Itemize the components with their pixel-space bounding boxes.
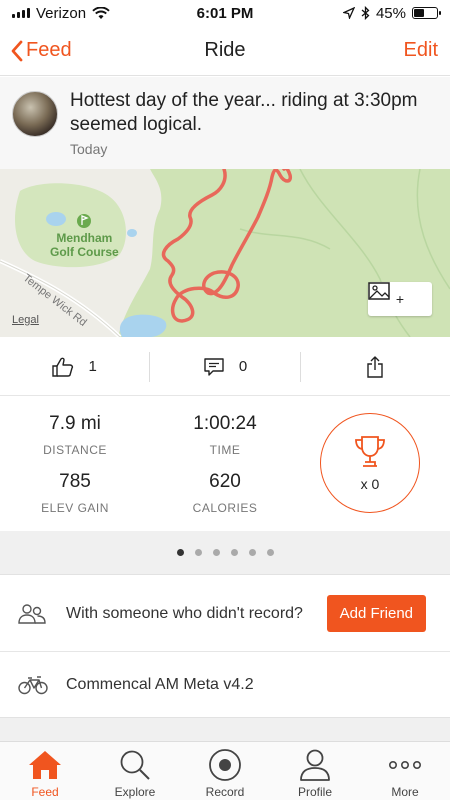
status-bar: Verizon 6:01 PM 45% bbox=[0, 0, 450, 26]
achievements-button[interactable]: x 0 bbox=[320, 413, 420, 513]
time-value: 1:00:24 bbox=[193, 413, 257, 434]
avatar[interactable] bbox=[12, 91, 58, 137]
stat-elev-gain: 785 ELEV GAIN bbox=[0, 471, 150, 515]
activity-actions: 1 0 bbox=[0, 338, 450, 396]
map-pond-1 bbox=[46, 212, 66, 226]
photo-icon bbox=[368, 282, 390, 300]
back-button[interactable]: Feed bbox=[10, 39, 72, 62]
route-map[interactable]: Mendham Golf Course Tempe Wick Rd Legal … bbox=[0, 169, 450, 337]
stats-pager[interactable] bbox=[0, 531, 450, 575]
tab-profile[interactable]: Profile bbox=[270, 742, 360, 800]
search-icon bbox=[120, 750, 150, 780]
share-button[interactable] bbox=[299, 351, 450, 382]
elev-gain-value: 785 bbox=[59, 471, 91, 492]
signal-icon bbox=[12, 8, 30, 18]
tab-record-label: Record bbox=[205, 785, 245, 799]
person-icon bbox=[300, 749, 330, 781]
pager-dot[interactable] bbox=[176, 549, 184, 556]
tab-explore-label: Explore bbox=[114, 785, 156, 799]
tab-record[interactable]: Record bbox=[180, 742, 270, 800]
bike-icon bbox=[18, 676, 48, 695]
pager-dot[interactable] bbox=[194, 549, 202, 556]
share-icon bbox=[367, 355, 384, 378]
activity-text: Hottest day of the year... riding at 3:3… bbox=[70, 89, 438, 169]
achievements-count: x 0 bbox=[360, 476, 380, 492]
activity-title[interactable]: Hottest day of the year... riding at 3:3… bbox=[70, 89, 438, 137]
edit-button[interactable]: Edit bbox=[404, 39, 438, 62]
bluetooth-icon bbox=[361, 6, 370, 20]
add-photo-plus: + bbox=[395, 291, 405, 307]
add-friend-button[interactable]: Add Friend bbox=[326, 595, 426, 632]
ellipsis-icon bbox=[388, 760, 421, 770]
trophy-icon bbox=[355, 436, 385, 467]
carrier-label: Verizon bbox=[36, 4, 87, 22]
section-divider bbox=[0, 717, 450, 741]
calories-value: 620 bbox=[209, 471, 241, 492]
pager-dot[interactable] bbox=[266, 549, 274, 556]
tab-feed-label: Feed bbox=[31, 785, 59, 799]
golf-marker-icon bbox=[77, 214, 91, 228]
elev-gain-label: ELEV GAIN bbox=[41, 501, 109, 515]
map-pond-2 bbox=[127, 229, 137, 237]
home-icon bbox=[29, 751, 61, 779]
time-label: TIME bbox=[209, 443, 241, 457]
calories-label: CALORIES bbox=[192, 501, 258, 515]
nav-bar: Feed Ride Edit bbox=[0, 26, 450, 76]
comment-icon bbox=[204, 357, 224, 376]
tab-explore[interactable]: Explore bbox=[90, 742, 180, 800]
distance-label: DISTANCE bbox=[43, 443, 107, 457]
thumbs-up-icon bbox=[52, 357, 74, 377]
activity-date: Today bbox=[70, 141, 108, 157]
tab-bar: Feed Explore Record Profile More bbox=[0, 741, 450, 800]
map-legal-link[interactable]: Legal bbox=[12, 314, 39, 326]
stat-calories: 620 CALORIES bbox=[150, 471, 300, 515]
back-label: Feed bbox=[26, 39, 72, 61]
chevron-left-icon bbox=[11, 40, 23, 61]
kudos-count: 1 bbox=[88, 358, 97, 375]
pager-dot[interactable] bbox=[230, 549, 238, 556]
bike-name: Commencal AM Meta v4.2 bbox=[66, 676, 254, 693]
stat-distance: 7.9 mi DISTANCE bbox=[0, 413, 150, 457]
tab-feed[interactable]: Feed bbox=[0, 742, 90, 800]
activity-stats: 7.9 mi DISTANCE 1:00:24 TIME 785 ELEV GA… bbox=[0, 397, 450, 531]
add-photo-button[interactable]: + bbox=[368, 282, 432, 316]
group-icon bbox=[18, 603, 46, 624]
pager-dot[interactable] bbox=[248, 549, 256, 556]
comments-count: 0 bbox=[238, 358, 248, 375]
add-friend-prompt: With someone who didn't record? bbox=[66, 605, 303, 622]
comments-button[interactable]: 0 bbox=[149, 351, 299, 382]
activity-header: Hottest day of the year... riding at 3:3… bbox=[0, 77, 450, 169]
golf-course-label: Mendham Golf Course bbox=[50, 231, 119, 259]
status-right: 45% bbox=[342, 4, 441, 22]
wifi-icon bbox=[92, 6, 110, 19]
record-icon bbox=[209, 749, 241, 781]
location-arrow-icon bbox=[342, 7, 355, 19]
map-pond-3 bbox=[119, 314, 167, 337]
battery-fill bbox=[414, 9, 424, 17]
tab-profile-label: Profile bbox=[297, 785, 332, 799]
tab-more[interactable]: More bbox=[360, 742, 450, 800]
add-friend-row: With someone who didn't record? Add Frie… bbox=[0, 576, 450, 652]
battery-icon bbox=[412, 7, 441, 19]
bike-row[interactable]: Commencal AM Meta v4.2 bbox=[0, 653, 450, 717]
battery-percent: 45% bbox=[375, 4, 406, 22]
stat-time: 1:00:24 TIME bbox=[150, 413, 300, 457]
distance-value: 7.9 mi bbox=[49, 413, 101, 434]
pager-dot[interactable] bbox=[212, 549, 220, 556]
kudos-button[interactable]: 1 bbox=[0, 352, 149, 382]
tab-more-label: More bbox=[391, 785, 419, 799]
status-left: Verizon bbox=[12, 5, 110, 22]
